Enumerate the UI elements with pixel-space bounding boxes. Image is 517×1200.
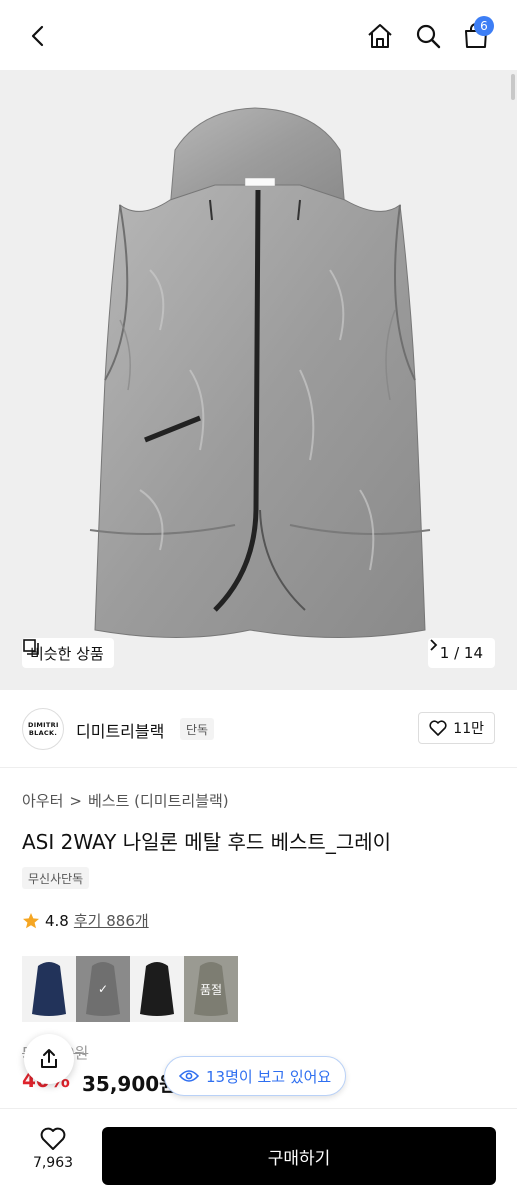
rating-summary[interactable]: 4.8 후기 886개 (22, 910, 149, 931)
product-image-gallery[interactable]: 비슷한 상품 1 / 14 (0, 70, 517, 690)
selected-check: ✓ (97, 982, 109, 996)
image-counter[interactable]: 1 / 14 (427, 638, 495, 668)
bottom-action-bar: 7,963 구매하기 (0, 1108, 517, 1200)
top-header: 6 (0, 0, 517, 70)
breadcrumb-separator: > (69, 791, 82, 810)
brand-name[interactable]: 디미트리블랙 (76, 718, 164, 742)
sold-out-label: 품절 (199, 982, 223, 997)
color-variants: ✓ 품절 (22, 956, 238, 1022)
brand-row[interactable]: DIMITRI BLACK. 디미트리블랙 단독 11만 (0, 690, 517, 768)
variant-thumb-khaki[interactable]: 품절 (184, 956, 238, 1022)
brand-like-count: 11만 (453, 721, 484, 737)
product-image (89, 107, 431, 638)
brand-logo[interactable]: DIMITRI BLACK. (22, 708, 64, 750)
brand-exclusive-badge: 단독 (180, 718, 215, 740)
eye-icon (179, 1070, 199, 1082)
image-counter-text: 1 / 14 (439, 644, 483, 662)
search-button[interactable] (410, 18, 446, 54)
similar-products-label: 비슷한 상품 (30, 644, 104, 663)
home-button[interactable] (362, 18, 398, 54)
star-icon (23, 912, 39, 928)
similar-products-button[interactable]: 비슷한 상품 (22, 638, 114, 668)
heart-outline-icon (40, 1127, 66, 1150)
exclusive-badge: 무신사단독 (22, 867, 90, 889)
wishlist-button[interactable]: 7,963 (20, 1127, 86, 1187)
search-icon (416, 24, 441, 49)
heart-outline-icon (429, 720, 447, 736)
brand-like-button[interactable]: 11만 (418, 712, 495, 744)
back-button[interactable] (20, 18, 56, 54)
variant-thumb-gray[interactable]: ✓ (76, 956, 130, 1022)
share-icon (41, 1049, 57, 1068)
wishlist-count: 7,963 (32, 1155, 74, 1171)
chevron-right-icon (430, 639, 438, 651)
chevron-left-icon (31, 25, 44, 47)
breadcrumb: 아우터 > 베스트 (디미트리블랙) (22, 790, 229, 811)
live-viewers-badge: 13명이 보고 있어요 (164, 1056, 347, 1096)
variant-image-navy (22, 956, 76, 1022)
live-viewers-text: 13명이 보고 있어요 (206, 1067, 332, 1086)
review-count-link[interactable]: 후기 886개 (74, 910, 149, 931)
variant-thumb-black[interactable] (130, 956, 184, 1022)
product-title: ASI 2WAY 나일론 메탈 후드 베스트_그레이 (22, 830, 392, 854)
similar-items-icon (23, 639, 39, 655)
cart-count-badge: 6 (474, 16, 494, 36)
share-button[interactable] (24, 1034, 74, 1084)
breadcrumb-subcategory[interactable]: 베스트 (디미트리블랙) (88, 790, 229, 811)
breadcrumb-category[interactable]: 아우터 (22, 790, 63, 811)
home-icon (368, 24, 392, 48)
buy-button[interactable]: 구매하기 (102, 1127, 496, 1185)
variant-thumb-navy[interactable] (22, 956, 76, 1022)
variant-image-black (130, 956, 184, 1022)
brand-logo-text: DIMITRI BLACK. (28, 721, 59, 737)
rating-score: 4.8 (45, 911, 69, 930)
